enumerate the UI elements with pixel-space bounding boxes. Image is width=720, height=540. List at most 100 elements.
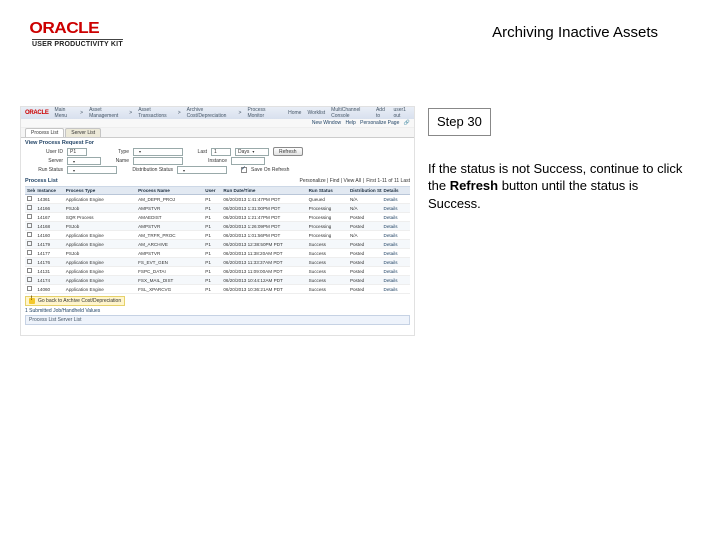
server-label: Server bbox=[25, 158, 63, 164]
details-link[interactable]: Details bbox=[382, 195, 410, 204]
diststatus-select[interactable] bbox=[177, 166, 227, 174]
table-row: 14361Application EngineAM_DEPR_PROJP106/… bbox=[25, 195, 410, 204]
app-screenshot: ORACLE Main Menu> Asset Management> Asse… bbox=[20, 106, 415, 336]
cell-runstatus: Processing bbox=[307, 222, 348, 231]
row-checkbox[interactable] bbox=[27, 223, 32, 228]
submitted-status-link[interactable]: 1 Submitted Job/Handheld Values bbox=[21, 306, 414, 314]
user-label[interactable]: user1 out bbox=[393, 107, 410, 119]
row-checkbox[interactable] bbox=[27, 250, 32, 255]
details-link[interactable]: Details bbox=[382, 213, 410, 222]
details-link[interactable]: Details bbox=[382, 249, 410, 258]
row-checkbox[interactable] bbox=[27, 259, 32, 264]
row-checkbox[interactable] bbox=[27, 286, 32, 291]
col-diststatus[interactable]: Distribution Status bbox=[348, 187, 382, 195]
row-checkbox[interactable] bbox=[27, 268, 32, 273]
oracle-logo-text: ORACLE bbox=[29, 20, 99, 38]
tab-server-list[interactable]: Server List bbox=[65, 128, 101, 137]
app-secondary-links: New Window Help Personalize Page 🔗 bbox=[21, 119, 414, 128]
cell-instance: 14131 bbox=[35, 267, 63, 276]
row-checkbox[interactable] bbox=[27, 277, 32, 282]
cell-user: P1 bbox=[203, 222, 221, 231]
nav-item[interactable]: Archive Cost/Depreciation bbox=[187, 107, 233, 119]
back-link-text: Go back to Archive Cost/Depreciation bbox=[38, 298, 121, 304]
col-time[interactable]: Run Date/Time bbox=[221, 187, 306, 195]
rows-actions[interactable]: Personalize | Find | View All bbox=[300, 178, 361, 184]
tab-process-list[interactable]: Process List bbox=[25, 128, 64, 137]
col-instance[interactable]: Instance bbox=[35, 187, 63, 195]
top-link[interactable]: MultiChannel Console bbox=[331, 107, 370, 119]
row-checkbox[interactable] bbox=[27, 232, 32, 237]
cell-user: P1 bbox=[203, 249, 221, 258]
col-runstatus[interactable]: Run Status bbox=[307, 187, 348, 195]
details-link[interactable]: Details bbox=[382, 285, 410, 294]
top-link[interactable]: Worklist bbox=[307, 110, 325, 116]
col-type[interactable]: Process Type bbox=[64, 187, 136, 195]
cell-name: AMAEDIST bbox=[136, 213, 203, 222]
cell-diststatus: Posted bbox=[348, 276, 382, 285]
table-row: 14168PSJobAMPSTVRP106/20/2013 1:26:09PM … bbox=[25, 222, 410, 231]
server-select[interactable] bbox=[67, 157, 101, 165]
cell-time: 06/20/2013 11:09:00AM PDT bbox=[221, 267, 306, 276]
col-select[interactable]: Select bbox=[25, 187, 35, 195]
oracle-logo-sub: USER PRODUCTIVITY KIT bbox=[32, 39, 123, 48]
cell-instance: 14160 bbox=[35, 231, 63, 240]
cell-user: P1 bbox=[203, 267, 221, 276]
cell-time: 06/20/2013 1:21:47PM PDT bbox=[221, 213, 306, 222]
section-title: View Process Request For bbox=[21, 138, 414, 147]
nav-item[interactable]: Asset Transactions bbox=[138, 107, 172, 119]
last-unit-select[interactable]: Days bbox=[235, 148, 269, 156]
cell-instance: 14361 bbox=[35, 195, 63, 204]
refresh-button[interactable]: Refresh bbox=[273, 147, 303, 156]
name-field[interactable] bbox=[133, 157, 183, 165]
cell-time: 06/20/2013 1:31:00PM PDT bbox=[221, 204, 306, 213]
details-link[interactable]: Details bbox=[382, 204, 410, 213]
row-checkbox[interactable] bbox=[27, 196, 32, 201]
details-link[interactable]: Details bbox=[382, 231, 410, 240]
instruction-panel: Step 30 If the status is not Success, co… bbox=[428, 108, 688, 212]
details-link[interactable]: Details bbox=[382, 222, 410, 231]
help-link[interactable]: Help bbox=[345, 120, 355, 126]
cell-type: Application Engine bbox=[64, 240, 136, 249]
nav-item[interactable]: Process Monitor bbox=[247, 107, 276, 119]
details-link[interactable]: Details bbox=[382, 258, 410, 267]
cell-user: P1 bbox=[203, 204, 221, 213]
table-row: 14179Application EngineAM_ARCHIVEP106/20… bbox=[25, 240, 410, 249]
col-details[interactable]: Details bbox=[382, 187, 410, 195]
personalize-link[interactable]: Personalize Page bbox=[360, 120, 399, 126]
cell-diststatus: Posted bbox=[348, 249, 382, 258]
save-on-refresh-checkbox[interactable] bbox=[241, 167, 247, 173]
cell-runstatus: Success bbox=[307, 249, 348, 258]
details-link[interactable]: Details bbox=[382, 240, 410, 249]
step-label: Step 30 bbox=[428, 108, 491, 136]
instance-label: Instance bbox=[197, 158, 227, 164]
top-link[interactable]: Home bbox=[288, 110, 301, 116]
type-select[interactable] bbox=[133, 148, 183, 156]
details-link[interactable]: Details bbox=[382, 267, 410, 276]
app-topbar: ORACLE Main Menu> Asset Management> Asse… bbox=[21, 107, 414, 119]
cell-name: AM_ARCHIVE bbox=[136, 240, 203, 249]
link-icon[interactable]: 🔗 bbox=[404, 120, 410, 126]
row-checkbox[interactable] bbox=[27, 241, 32, 246]
cell-instance: 14174 bbox=[35, 276, 63, 285]
cell-user: P1 bbox=[203, 231, 221, 240]
cell-type: Application Engine bbox=[64, 231, 136, 240]
nav-item[interactable]: Main Menu bbox=[55, 107, 75, 119]
runstatus-select[interactable] bbox=[67, 166, 117, 174]
top-link[interactable]: Add to bbox=[376, 107, 387, 119]
cell-time: 06/20/2013 11:33:37AM PDT bbox=[221, 258, 306, 267]
last-value-field[interactable]: 1 bbox=[211, 148, 231, 156]
back-link-row[interactable]: Go back to Archive Cost/Depreciation bbox=[25, 296, 125, 306]
row-checkbox[interactable] bbox=[27, 214, 32, 219]
nav-item[interactable]: Asset Management bbox=[89, 107, 123, 119]
new-window-link[interactable]: New Window bbox=[312, 120, 341, 126]
table-row: 14060Application EngineFSL_XPARCVGP106/2… bbox=[25, 285, 410, 294]
cell-time: 06/20/2013 1:01:56PM PDT bbox=[221, 231, 306, 240]
cell-runstatus: Success bbox=[307, 258, 348, 267]
details-link[interactable]: Details bbox=[382, 276, 410, 285]
col-user[interactable]: User bbox=[203, 187, 221, 195]
user-id-field[interactable]: P1 bbox=[67, 148, 87, 156]
type-label: Type bbox=[91, 149, 129, 155]
col-name[interactable]: Process Name bbox=[136, 187, 203, 195]
row-checkbox[interactable] bbox=[27, 205, 32, 210]
instance-field[interactable] bbox=[231, 157, 265, 165]
